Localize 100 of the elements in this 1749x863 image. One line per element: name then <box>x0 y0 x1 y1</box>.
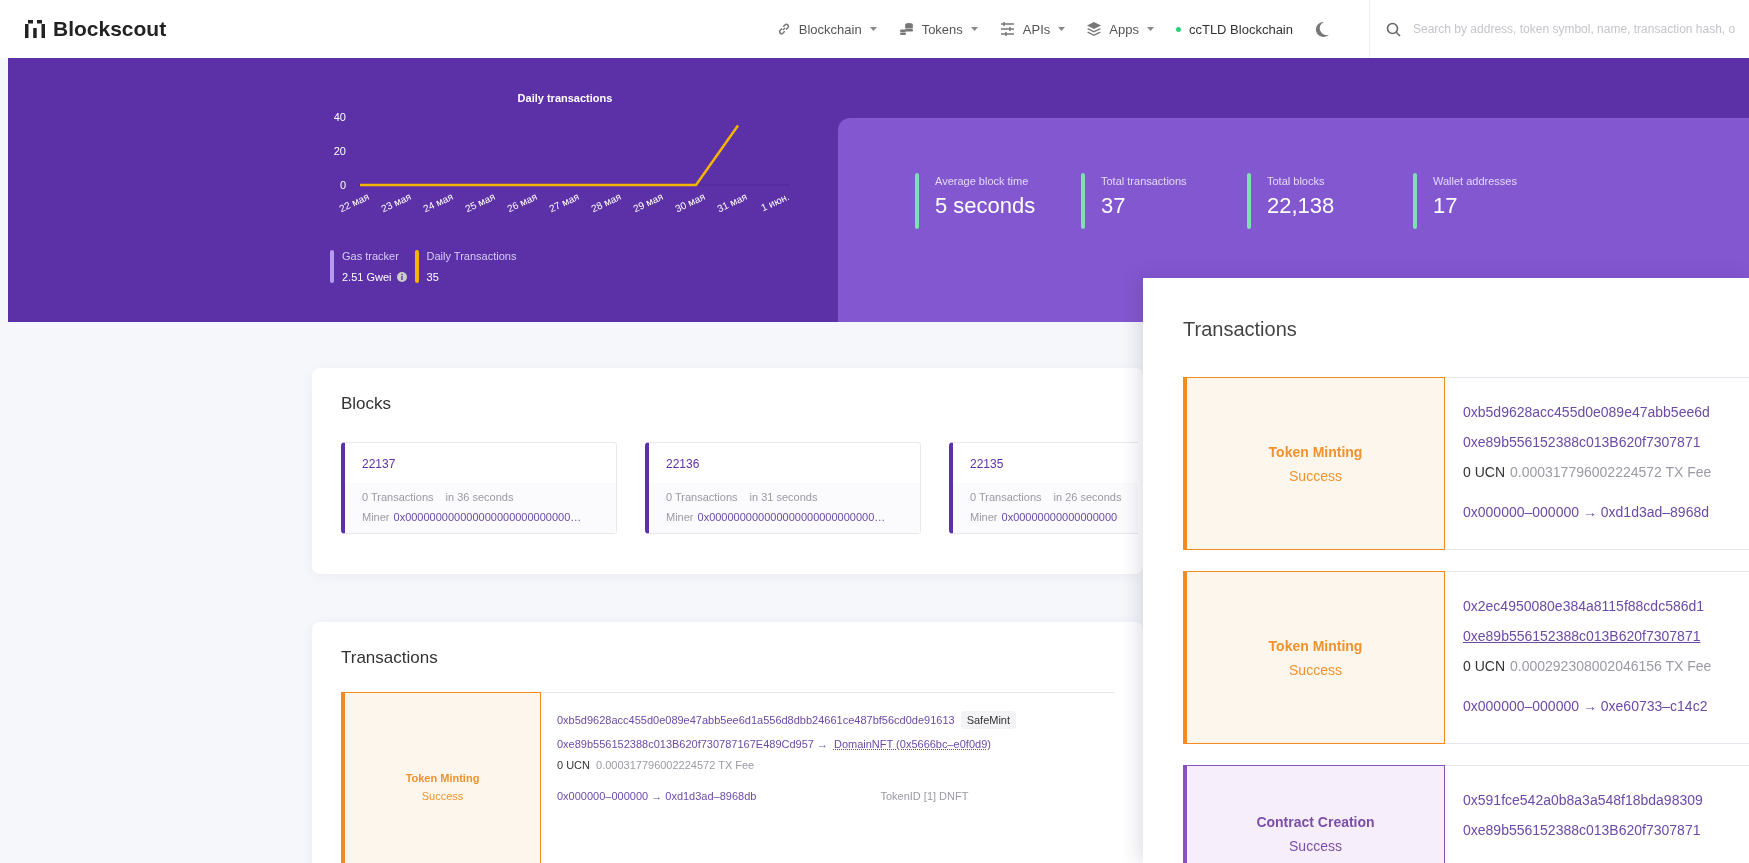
search-icon <box>1386 21 1401 37</box>
transaction-status: Success <box>1289 467 1342 484</box>
stat-accent-bar <box>1081 173 1085 229</box>
legend-label: Gas tracker <box>342 250 400 262</box>
x-tick-label: 25 мая <box>463 190 497 215</box>
token-transfer[interactable]: 0x000000–000000 → 0xd1d3ad–8968d <box>1463 504 1749 520</box>
method-badge: SafeMint <box>960 711 1017 729</box>
network-name[interactable]: ccTLD Blockchain <box>1188 21 1293 37</box>
nav-menu-button[interactable]: Apps <box>1087 21 1154 37</box>
transaction-hash[interactable]: 0xb5d9628acc455d0e089e47abb5ee6d <box>1463 404 1749 420</box>
miner-label: Miner <box>970 511 998 523</box>
contract-link[interactable]: DomainNFT (0x5666bc–e0f0d9) <box>833 738 991 750</box>
transaction-count: 0 Transactions <box>362 491 434 503</box>
transaction-value: 0 UCN <box>557 759 590 771</box>
caret-icon <box>869 27 877 31</box>
x-tick-label: 22 мая <box>337 190 371 215</box>
transaction-status: Success <box>1289 838 1342 854</box>
miner-label: Miner <box>362 511 390 523</box>
logo-text[interactable]: Blockscout <box>53 17 167 41</box>
stat-accent-bar <box>915 173 919 229</box>
link-icon <box>776 22 791 36</box>
stat-label: Total transactions <box>1101 175 1187 187</box>
block-tile[interactable]: 22137 0 Transactions in 36 seconds Miner 0x000000000000000000000000000… <box>341 442 617 534</box>
miner-address[interactable]: 0x000000000000000000000000000… <box>697 511 886 523</box>
transaction-value: 0 UCN <box>1463 464 1505 480</box>
block-number[interactable]: 22137 <box>345 443 413 483</box>
y-tick-label: 0 <box>339 179 346 191</box>
nav-menu-button[interactable]: Blockchain <box>776 21 877 37</box>
transaction-hash[interactable]: 0x2ec4950080e384a8115f88cdc586d1 <box>1463 598 1749 614</box>
moon-icon[interactable] <box>1315 21 1329 37</box>
y-tick-label: 40 <box>333 111 346 123</box>
x-tick-label: 31 мая <box>715 190 749 215</box>
token-transfer[interactable]: 0x000000–000000 → 0xe60733–c14c2 <box>1463 698 1749 714</box>
card-title: Transactions <box>341 648 439 668</box>
transaction-value: 0 UCN <box>1463 658 1505 674</box>
block-age: in 26 seconds <box>1053 491 1122 503</box>
search-field[interactable]: Search by address, token symbol, name, transaction hash, o <box>1411 21 1749 37</box>
stat-value: 5 seconds <box>935 193 1036 219</box>
from-address[interactable]: 0xe89b556152388c013B620f7307871 <box>1463 434 1749 450</box>
x-tick-label: 29 мая <box>631 190 665 215</box>
block-number[interactable]: 22135 <box>953 443 1021 483</box>
legend-value: 2.51 Gwei <box>342 271 392 283</box>
status-dot-icon <box>1175 26 1181 32</box>
nav-menu-button[interactable]: Tokens <box>898 21 978 37</box>
sliders-icon <box>999 22 1015 36</box>
miner-label: Miner <box>666 511 694 523</box>
block-tile[interactable]: 22136 0 Transactions in 31 seconds Miner 0x000000000000000000000000000… <box>645 442 921 534</box>
transaction-type: Token Minting <box>1268 443 1363 460</box>
x-tick-label: 1 июн. <box>759 190 791 214</box>
caret-icon <box>1058 27 1066 31</box>
x-tick-label: 23 мая <box>379 190 413 215</box>
transaction-count: 0 Transactions <box>666 491 738 503</box>
x-tick-label: 24 мая <box>421 190 455 215</box>
block-age: in 36 seconds <box>445 491 514 503</box>
stat-accent-bar <box>1413 173 1417 229</box>
token-id: TokenID [1] DNFT <box>880 790 969 802</box>
miner-address[interactable]: 0x000000000000000000000000000… <box>393 511 582 523</box>
info-icon[interactable] <box>396 272 407 282</box>
stat-value: 37 <box>1101 193 1127 219</box>
logo-icon <box>25 20 45 38</box>
x-tick-label: 30 мая <box>673 190 707 215</box>
caret-icon <box>1146 27 1154 31</box>
block-number[interactable]: 22136 <box>649 443 717 483</box>
token-transfer[interactable]: 0x000000–000000 → 0xd1d3ad–8968db <box>557 790 757 802</box>
x-tick-label: 28 мая <box>589 190 623 215</box>
stat-label: Average block time <box>935 175 1030 187</box>
transaction-type: Token Minting <box>405 772 480 784</box>
from-address[interactable]: 0xe89b556152388c013B620f730787167E489Cd957 → <box>557 738 828 750</box>
stat-accent-bar <box>1247 173 1251 229</box>
y-tick-label: 20 <box>333 145 346 157</box>
stat-label: Total blocks <box>1267 175 1326 187</box>
transaction-status: Success <box>1289 661 1342 678</box>
transaction-fee: 0.000317796002224572 TX Fee <box>1510 464 1712 480</box>
x-tick-label: 27 мая <box>547 190 581 215</box>
card-title: Blocks <box>341 394 393 414</box>
transaction-count: 0 Transactions <box>970 491 1042 503</box>
block-tile[interactable]: 22135 0 Transactions in 26 seconds Miner 0x00000000000000000 <box>949 442 1139 534</box>
transaction-status: Success <box>421 790 464 802</box>
coins-icon <box>898 22 914 36</box>
x-tick-label: 26 мая <box>505 190 539 215</box>
legend-value: 35 <box>426 271 439 283</box>
stat-value: 22,138 <box>1267 193 1335 219</box>
transaction-hash[interactable]: 0x591fce542a0b8a3a548f18bda98309 <box>1463 792 1749 808</box>
nav-menu-button[interactable]: APIs <box>999 21 1066 37</box>
layers-icon <box>1087 22 1102 36</box>
block-age: in 31 seconds <box>749 491 818 503</box>
caret-icon <box>970 27 978 31</box>
stat-value: 17 <box>1433 193 1459 219</box>
transaction-hash[interactable]: 0xb5d9628acc455d0e089e47abb5ee6d1a556d8dbb24661ce487bf56cd0de91613 <box>557 714 955 726</box>
chart-title: Daily transactions <box>517 92 613 104</box>
panel-title: Transactions <box>1183 318 1297 341</box>
transaction-fee: 0.000317796002224572 TX Fee <box>596 759 755 771</box>
stat-label: Wallet addresses <box>1433 175 1517 187</box>
from-address[interactable]: 0xe89b556152388c013B620f7307871 <box>1463 628 1749 644</box>
transaction-type: Contract Creation <box>1256 814 1375 830</box>
legend-label: Daily Transactions <box>426 250 517 262</box>
transaction-fee: 0.000292308002046156 TX Fee <box>1510 658 1712 674</box>
miner-address[interactable]: 0x00000000000000000 <box>1001 511 1118 523</box>
transaction-type: Token Minting <box>1268 637 1363 654</box>
from-address[interactable]: 0xe89b556152388c013B620f7307871 <box>1463 822 1749 838</box>
